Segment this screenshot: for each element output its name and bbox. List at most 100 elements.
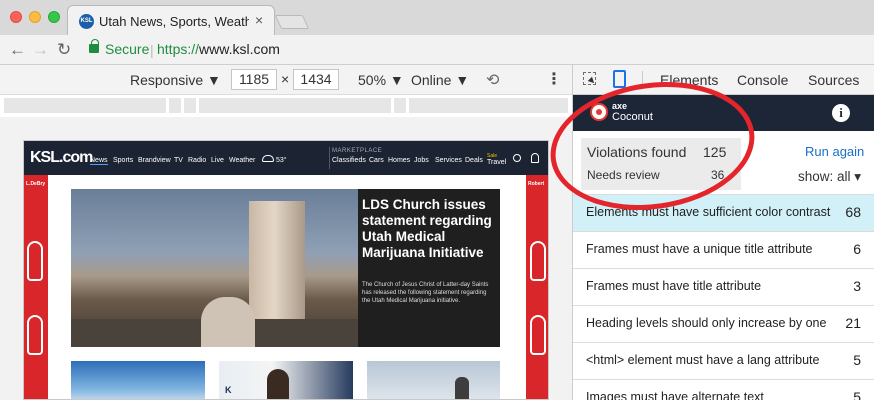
travel-label: Travel — [487, 159, 507, 166]
nav-news[interactable]: News — [90, 157, 108, 165]
hero-story-panel[interactable]: LDS Church issues statement regarding Ut… — [358, 189, 500, 347]
nav-radio[interactable]: Radio — [188, 157, 206, 164]
ksl-nav-bar: KSL.com News Sports Brandview TV Radio L… — [24, 141, 548, 175]
violation-row[interactable]: Elements must have sufficient color cont… — [573, 194, 874, 231]
address-bar: ← → ↻ Secure | https://www.ksl.com — [0, 35, 874, 65]
reload-icon[interactable]: ↻ — [57, 40, 71, 60]
ksl-favicon-icon: KSL — [79, 14, 94, 29]
ksl-logo[interactable]: KSL.com — [30, 149, 93, 167]
secure-label[interactable]: Secure — [105, 41, 149, 57]
nav-homes[interactable]: Homes — [388, 157, 410, 164]
results-summary: Violations found 125 Needs review 36 — [581, 138, 741, 190]
forward-arrow-icon[interactable]: → — [32, 40, 49, 60]
more-options-icon[interactable]: ⋮ — [546, 69, 562, 89]
browser-tab-ksl[interactable]: KSL Utah News, Sports, Weather and × — [67, 5, 275, 35]
minimize-window-button[interactable] — [29, 11, 41, 23]
user-icon[interactable] — [531, 153, 539, 163]
zoom-select[interactable]: 50% ▼ — [358, 72, 404, 88]
violation-count: 5 — [853, 352, 861, 368]
violation-label: Frames must have a unique title attribut… — [586, 242, 813, 256]
network-throttle-select[interactable]: Online ▼ — [411, 72, 469, 88]
show-filter-select[interactable]: show: all ▾ — [798, 169, 861, 185]
nav-services[interactable]: Services — [435, 157, 462, 164]
violation-count: 21 — [845, 315, 861, 331]
tab-console[interactable]: Console — [737, 72, 788, 88]
viewport-height-input[interactable]: 1434 — [293, 69, 339, 90]
media-query-segment[interactable] — [394, 98, 406, 113]
story-thumbnail[interactable] — [71, 361, 205, 399]
devtools-tab-bar: Elements Console Sources — [573, 65, 874, 95]
nav-divider — [329, 147, 330, 169]
viewport-width-input[interactable]: 1185 — [231, 69, 277, 90]
back-arrow-icon[interactable]: ← — [9, 40, 26, 60]
device-mode-select[interactable]: Responsive ▼ — [130, 72, 221, 88]
address-separator: | — [150, 42, 154, 58]
coconut-logo-icon — [590, 103, 608, 121]
violation-row[interactable]: <html> element must have a lang attribut… — [573, 342, 874, 379]
hero-photo[interactable] — [71, 189, 358, 347]
inspect-element-icon[interactable] — [583, 72, 596, 85]
maximize-window-button[interactable] — [48, 11, 60, 23]
close-tab-icon[interactable]: × — [255, 12, 263, 28]
violation-label: Elements must have sufficient color cont… — [586, 205, 831, 219]
media-query-bar — [0, 95, 572, 117]
media-query-segment[interactable] — [4, 98, 166, 113]
nav-classifieds[interactable]: Classifieds — [332, 157, 366, 164]
nav-jobs[interactable]: Jobs — [414, 157, 429, 164]
tab-elements[interactable]: Elements — [660, 72, 718, 88]
new-tab-button[interactable] — [274, 15, 310, 29]
close-window-button[interactable] — [10, 11, 22, 23]
violation-row[interactable]: Frames must have a unique title attribut… — [573, 231, 874, 268]
ksl-page: KSL.com News Sports Brandview TV Radio L… — [23, 140, 549, 400]
violation-row[interactable]: Frames must have title attribute 3 — [573, 268, 874, 305]
violation-row[interactable]: Images must have alternate text 5 — [573, 379, 874, 400]
tab-sources[interactable]: Sources — [808, 72, 859, 88]
axe-label: axe — [612, 101, 628, 111]
left-side-ad[interactable]: L.DeBry — [24, 175, 48, 399]
people-graphic — [455, 377, 469, 399]
person-graphic — [267, 369, 289, 399]
coconut-title: Coconut — [612, 111, 653, 123]
hero-summary: The Church of Jesus Christ of Latter-day… — [362, 282, 489, 304]
ad-figure-graphic — [27, 315, 43, 355]
url-scheme: https:// — [157, 41, 200, 57]
right-side-ad[interactable]: Robert — [526, 175, 548, 399]
nav-sports[interactable]: Sports — [113, 157, 133, 164]
nav-tv[interactable]: TV — [174, 157, 183, 164]
story-thumbnail[interactable] — [367, 361, 500, 399]
temple-dome-graphic — [201, 297, 255, 347]
violation-count: 6 — [853, 241, 861, 257]
run-again-link[interactable]: Run again — [805, 144, 864, 159]
search-icon[interactable] — [513, 154, 521, 162]
nav-deals[interactable]: Deals — [465, 157, 483, 164]
media-query-segment[interactable] — [409, 98, 568, 113]
info-icon[interactable]: i — [832, 104, 850, 122]
violation-count: 3 — [853, 278, 861, 294]
ad-figure-graphic — [530, 315, 546, 355]
hero-headline[interactable]: LDS Church issues statement regarding Ut… — [362, 197, 496, 261]
nav-cars[interactable]: Cars — [369, 157, 384, 164]
devtools-panel: Elements Console Sources axe Coconut i V… — [572, 65, 874, 400]
tab-title: Utah News, Sports, Weather and — [99, 14, 249, 29]
device-toggle-icon[interactable] — [613, 70, 626, 88]
nav-weather[interactable]: Weather — [229, 157, 255, 164]
story-thumbnail[interactable]: K — [219, 361, 353, 399]
nav-live[interactable]: Live — [211, 157, 224, 164]
coconut-header: axe Coconut i — [573, 95, 874, 131]
needs-review-count: 36 — [711, 168, 725, 182]
nav-travel[interactable]: Sale Travel — [487, 153, 506, 166]
ad-figure-graphic — [27, 241, 43, 281]
violation-count: 68 — [845, 204, 861, 220]
url-host: www.ksl.com — [199, 41, 280, 57]
media-query-segment[interactable] — [169, 98, 181, 113]
media-query-segment[interactable] — [199, 98, 391, 113]
rotate-icon[interactable]: ⟲ — [486, 70, 499, 90]
url-field[interactable]: https://www.ksl.com — [157, 41, 280, 57]
dimension-separator: × — [281, 71, 290, 87]
office-tower-graphic — [249, 201, 305, 327]
nav-brandview[interactable]: Brandview — [138, 157, 171, 164]
lock-icon[interactable] — [89, 39, 99, 53]
media-query-segment[interactable] — [184, 98, 196, 113]
violation-row[interactable]: Heading levels should only increase by o… — [573, 305, 874, 342]
marketplace-label: MARKETPLACE — [332, 148, 383, 154]
